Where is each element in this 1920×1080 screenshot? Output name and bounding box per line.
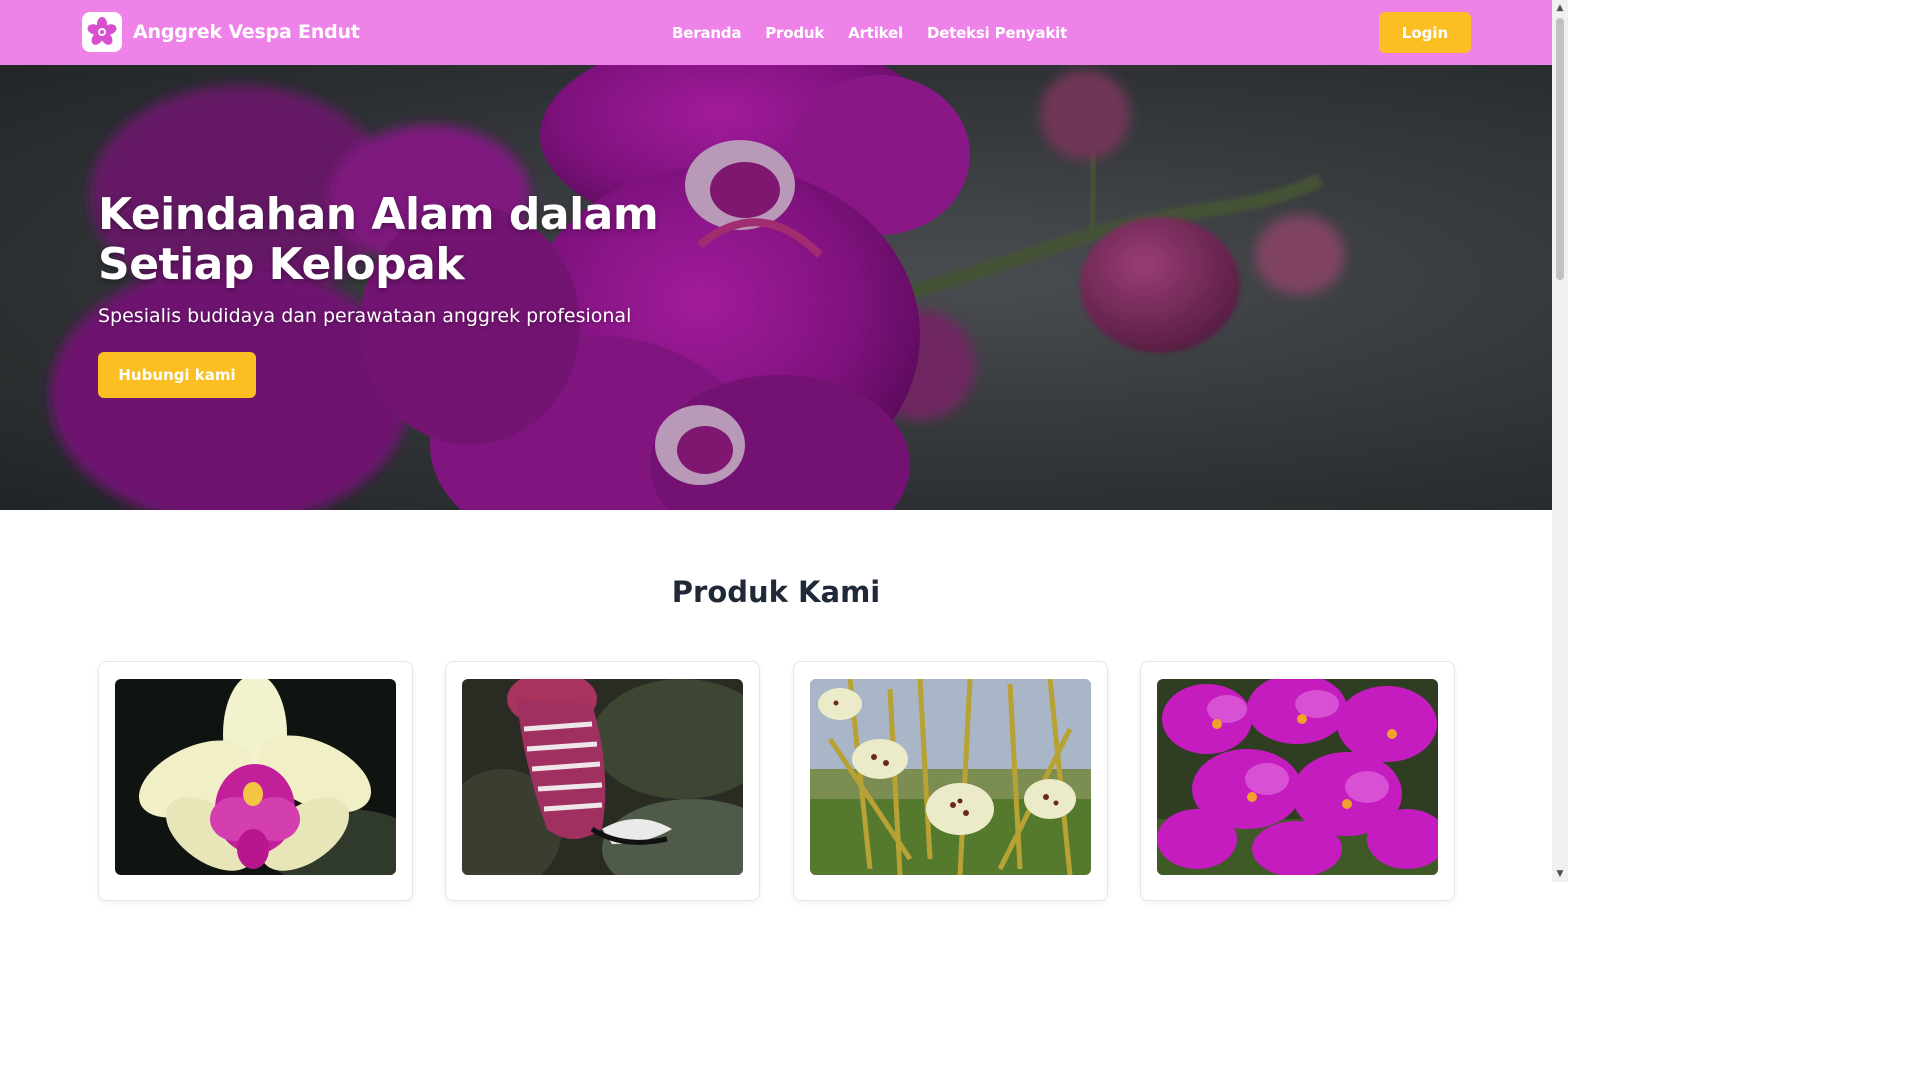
purple-orchid-cluster-image bbox=[1157, 679, 1438, 875]
page-scrollbar[interactable]: ▲ ▼ bbox=[1552, 0, 1568, 882]
hero-title: Keindahan Alam dalam Setiap Kelopak bbox=[98, 189, 659, 290]
brand-name: Anggrek Vespa Endut bbox=[133, 21, 360, 43]
products-title: Produk Kami bbox=[671, 575, 881, 609]
nav-link-beranda[interactable]: Beranda bbox=[672, 24, 741, 42]
product-card[interactable] bbox=[793, 661, 1108, 901]
scrollbar-thumb[interactable] bbox=[1556, 18, 1564, 280]
spider-orchid-image bbox=[810, 679, 1091, 875]
white-pink-orchid-image bbox=[115, 679, 396, 875]
product-card[interactable] bbox=[445, 661, 760, 901]
scroll-down-arrow-icon[interactable]: ▼ bbox=[1552, 866, 1568, 882]
nav-link-artikel[interactable]: Artikel bbox=[848, 24, 903, 42]
nav-link-deteksi-penyakit[interactable]: Deteksi Penyakit bbox=[927, 24, 1067, 42]
login-button[interactable]: Login bbox=[1379, 12, 1471, 53]
slipper-orchid-image bbox=[462, 679, 743, 875]
navbar: Anggrek Vespa Endut Beranda Produk Artik… bbox=[0, 0, 1552, 65]
nav-links: Beranda Produk Artikel Deteksi Penyakit bbox=[672, 0, 1091, 65]
product-card[interactable] bbox=[98, 661, 413, 901]
nav-link-produk[interactable]: Produk bbox=[765, 24, 824, 42]
product-card[interactable] bbox=[1140, 661, 1455, 901]
scroll-up-arrow-icon[interactable]: ▲ bbox=[1552, 0, 1568, 16]
contact-us-button[interactable]: Hubungi kami bbox=[98, 352, 256, 398]
orchid-logo-icon bbox=[82, 12, 122, 52]
hero-subtitle: Spesialis budidaya dan perawataan anggre… bbox=[98, 305, 632, 327]
hero-section: Keindahan Alam dalam Setiap Kelopak Spes… bbox=[0, 65, 1552, 510]
brand[interactable]: Anggrek Vespa Endut bbox=[82, 12, 360, 52]
